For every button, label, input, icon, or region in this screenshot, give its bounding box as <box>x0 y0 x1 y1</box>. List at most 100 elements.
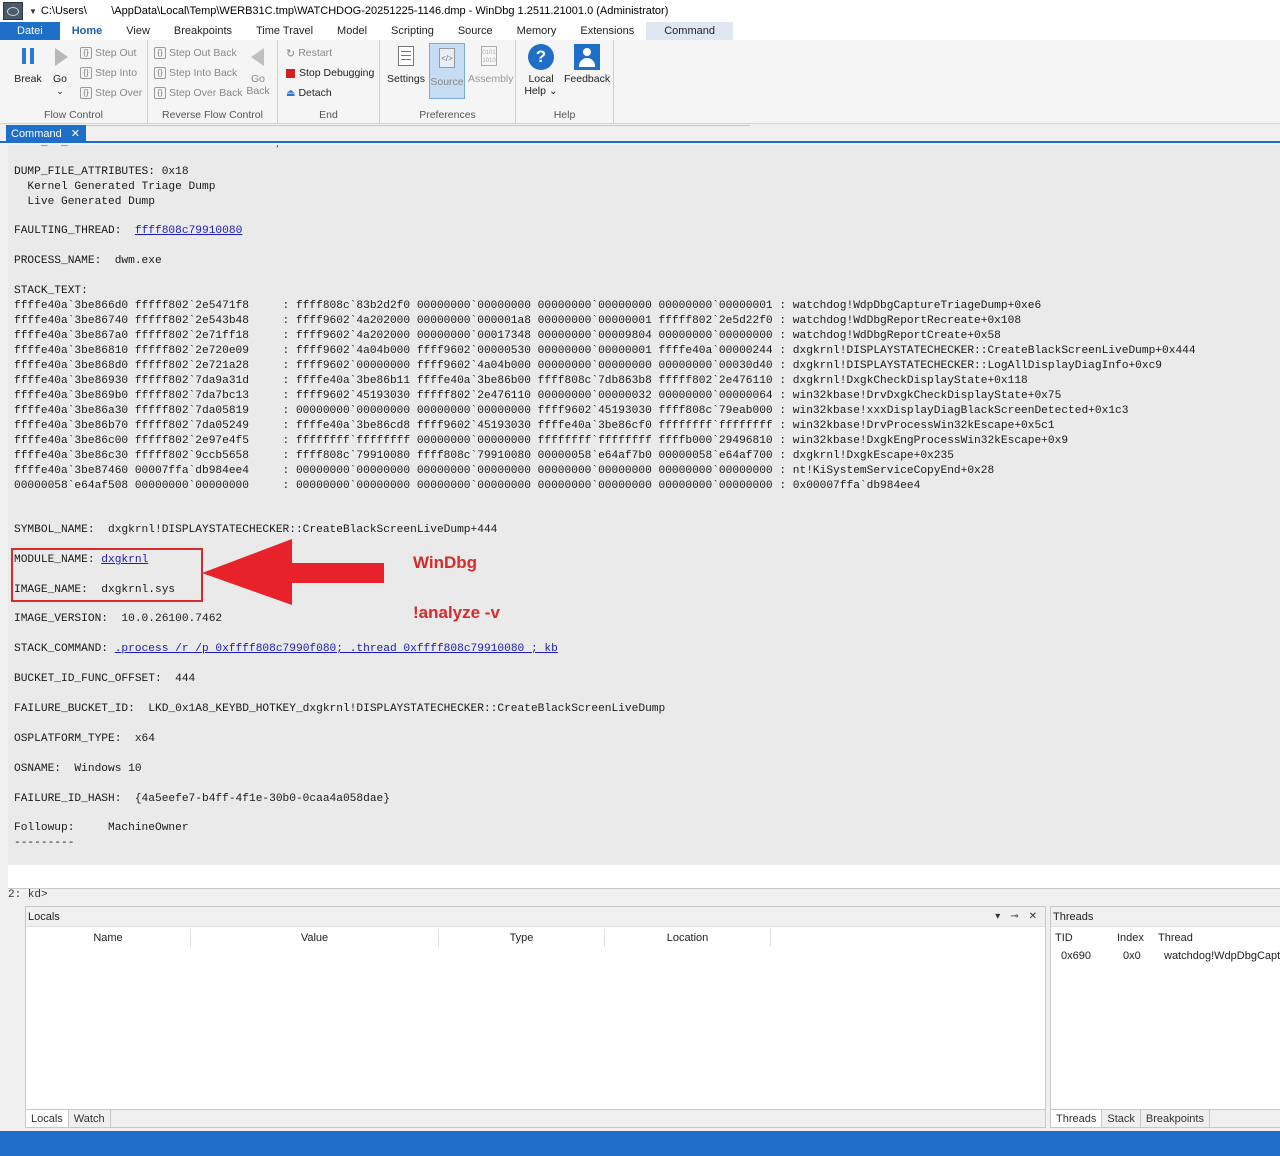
output-line: Live Generated Dump <box>14 196 155 208</box>
tab-time-travel[interactable]: Time Travel <box>244 22 325 40</box>
tab-home[interactable]: Home <box>60 22 115 40</box>
highlight-box <box>11 548 203 602</box>
tab-model[interactable]: Model <box>325 22 379 40</box>
close-icon[interactable]: ✕ <box>1029 907 1037 927</box>
source-code-icon: </> <box>434 47 460 73</box>
column-header-tid[interactable]: TID <box>1055 929 1073 947</box>
assembly-button[interactable]: 0101 1010 Assembly <box>468 44 514 85</box>
feedback-button[interactable]: Feedback <box>564 44 610 85</box>
output-line: STACK_TEXT: <box>14 285 88 297</box>
tab-strip-divider <box>86 125 750 126</box>
threads-pane-tabs: Threads Stack Breakpoints <box>1051 1109 1280 1127</box>
table-row[interactable]: 0x690 0x0 watchdog!WdpDbgCapt <box>1051 947 1280 965</box>
tab-source[interactable]: Source <box>446 22 505 40</box>
step-into-icon: {} <box>80 67 92 79</box>
command-output[interactable]: FILE_IN_CAB: WATCHDOG-20251225-1146.dmp … <box>8 145 1280 865</box>
step-over-back-button[interactable]: {} Step Over Back <box>154 84 243 102</box>
tab-stack[interactable]: Stack <box>1102 1110 1141 1127</box>
locals-pane-header: Locals ▾ ⊸ ✕ <box>26 907 1045 927</box>
stop-icon <box>286 68 295 78</box>
group-label-reverse-flow: Reverse Flow Control <box>162 109 263 121</box>
command-prompt-bar[interactable]: 2: kd> <box>8 888 1280 902</box>
group-flow-control: Break Go ⌄ {} Step Out {} Step Into {} Step… <box>0 40 148 124</box>
group-reverse-flow-control: {} Step Out Back {} Step Into Back {} Step … <box>148 40 278 124</box>
thread-name: watchdog!WdpDbgCapt <box>1164 950 1280 962</box>
thread-tid: 0x690 <box>1061 950 1091 962</box>
tab-watch[interactable]: Watch <box>69 1110 111 1127</box>
window-title: C:\Users\ \AppData\Local\Temp\WERB31C.tm… <box>40 5 669 17</box>
stack-frame-line: ffffe40a`3be868d0 fffff802`2e721a28 : ff… <box>14 360 1163 372</box>
go-back-button[interactable]: Go Back <box>244 44 272 97</box>
output-line: --------- <box>14 837 75 849</box>
output-line: BUCKET_ID_FUNC_OFFSET: 444 <box>14 673 196 685</box>
column-header-type[interactable]: Type <box>439 929 605 947</box>
ribbon: Break Go ⌄ {} Step Out {} Step Into {} Step… <box>0 40 1280 124</box>
go-button[interactable]: Go ⌄ <box>46 44 74 97</box>
tab-breakpoints-pane[interactable]: Breakpoints <box>1141 1110 1210 1127</box>
column-header-value[interactable]: Value <box>191 929 439 947</box>
step-into-back-button[interactable]: {} Step Into Back <box>154 64 237 82</box>
pin-icon[interactable]: ⊸ <box>1010 907 1018 927</box>
go-dropdown-icon[interactable]: ⌄ <box>46 85 74 97</box>
tab-extensions[interactable]: Extensions <box>568 22 646 40</box>
output-line: FAILURE_BUCKET_ID: LKD_0x1A8_KEYBD_HOTKE… <box>14 703 666 715</box>
tab-command-window[interactable]: Command ✕ <box>6 125 86 143</box>
group-help: ? Local Help ⌄ Feedback Help <box>516 40 614 124</box>
stack-frame-line: ffffe40a`3be86810 fffff802`2e720e09 : ff… <box>14 345 1196 357</box>
annotation-title: WinDbg <box>413 553 478 572</box>
output-line: IMAGE_VERSION: 10.0.26100.7462 <box>14 613 223 625</box>
title-bar: ▼ C:\Users\ \AppData\Local\Temp\WERB31C.… <box>0 0 1280 22</box>
tab-locals[interactable]: Locals <box>26 1110 69 1127</box>
locals-pane-tabs: Locals Watch <box>26 1109 1045 1127</box>
restart-button[interactable]: ↻ Restart <box>286 44 332 62</box>
stack-frame-line: ffffe40a`3be87460 00007ffa`db984ee4 : 00… <box>14 465 995 477</box>
faulting-thread-link[interactable]: ffff808c79910080 <box>135 225 242 237</box>
tab-datei[interactable]: Datei <box>0 22 60 40</box>
document-tab-strip: Command ✕ <box>0 125 1280 143</box>
group-label-preferences: Preferences <box>419 109 476 121</box>
local-help-button[interactable]: ? Local Help ⌄ <box>524 44 558 97</box>
source-button[interactable]: </> Source <box>429 43 465 99</box>
tab-breakpoints[interactable]: Breakpoints <box>162 22 244 40</box>
threads-pane-header: Threads <box>1051 907 1280 927</box>
column-header-location[interactable]: Location <box>605 929 771 947</box>
chevron-down-icon[interactable]: ▾ <box>995 907 1000 927</box>
stack-frame-line: ffffe40a`3be86a30 fffff802`7da05819 : 00… <box>14 405 1129 417</box>
tab-command[interactable]: Command <box>646 22 733 40</box>
play-icon <box>47 44 73 70</box>
restart-icon: ↻ <box>286 47 296 60</box>
step-out-back-button[interactable]: {} Step Out Back <box>154 44 237 62</box>
tab-scripting[interactable]: Scripting <box>379 22 446 40</box>
annotation-arrow <box>202 539 384 605</box>
stack-frame-line: ffffe40a`3be86b70 fffff802`7da05249 : ff… <box>14 420 1055 432</box>
stack-command-link[interactable]: .process /r /p 0xffff808c7990f080; .thre… <box>115 643 558 655</box>
close-icon[interactable]: ✕ <box>71 125 80 143</box>
eject-icon: ⏏ <box>286 87 296 99</box>
reverse-play-icon <box>245 44 271 70</box>
step-into-button[interactable]: {} Step Into <box>80 64 137 82</box>
settings-button[interactable]: Settings <box>386 44 426 85</box>
command-output-blank <box>8 865 1280 888</box>
column-header-name[interactable]: Name <box>26 929 191 947</box>
windbg-app-icon[interactable] <box>3 2 23 20</box>
tab-memory[interactable]: Memory <box>505 22 569 40</box>
stop-debugging-button[interactable]: Stop Debugging <box>286 64 374 82</box>
column-header-index[interactable]: Index <box>1117 929 1144 947</box>
faulting-thread-line: FAULTING_THREAD: ffff808c79910080 <box>14 225 243 237</box>
break-button[interactable]: Break <box>12 44 44 85</box>
local-help-dropdown-icon[interactable]: ⌄ <box>549 85 558 97</box>
column-header-thread[interactable]: Thread <box>1158 929 1193 947</box>
output-line: Followup: MachineOwner <box>14 822 189 834</box>
detach-button[interactable]: ⏏ Detach <box>286 84 332 102</box>
step-over-button[interactable]: {} Step Over <box>80 84 142 102</box>
group-label-help: Help <box>553 109 576 121</box>
step-out-button[interactable]: {} Step Out <box>80 44 136 62</box>
stack-command-line: STACK_COMMAND: .process /r /p 0xffff808c… <box>14 643 558 655</box>
quick-access-dropdown-icon[interactable]: ▼ <box>29 7 37 16</box>
stack-frame-line: ffffe40a`3be86c00 fffff802`2e97e4f5 : ff… <box>14 435 1069 447</box>
step-over-icon: {} <box>80 87 92 99</box>
tab-threads[interactable]: Threads <box>1051 1110 1103 1127</box>
settings-icon <box>393 44 419 70</box>
ribbon-tab-bar: Datei Home View Breakpoints Time Travel … <box>0 22 1280 40</box>
tab-view[interactable]: View <box>114 22 162 40</box>
